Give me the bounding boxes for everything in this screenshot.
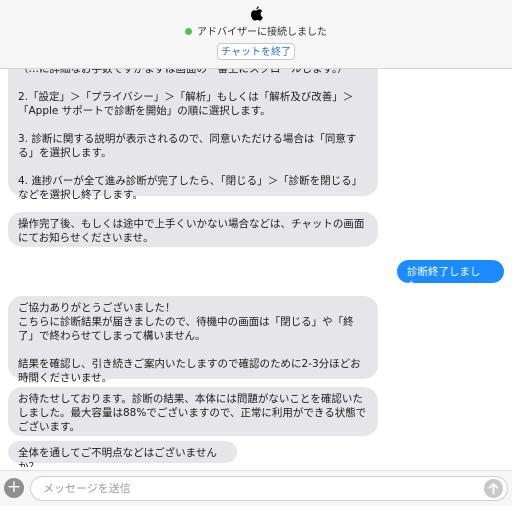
send-arrow-icon[interactable] (484, 479, 503, 498)
user-message: 診断終了しました。 (397, 260, 504, 292)
chat-header: アドバイザーに接続しました チャットを終了 (0, 0, 512, 69)
plus-icon[interactable]: + (4, 478, 24, 498)
connection-status-text: アドバイザーに接続しました (197, 27, 327, 38)
advisor-message: ご協力ありがとうございました！ こちらに診断結果が届きましたので、待機中の画面は… (8, 296, 378, 384)
advisor-message: 全体を通してご不明点などはございませんか？ (8, 441, 237, 467)
advisor-message: お待たせしております。診断の結果、本体には問題がないことを確認いたしました。最大… (8, 387, 378, 436)
apple-logo-icon (250, 6, 263, 21)
message-composer: + (0, 470, 512, 506)
advisor-message: （…に詳細なお手数ですがまずは画面の一番上にスクロールします。） 2.「設定」＞… (8, 69, 378, 201)
chat-transcript[interactable]: （…に詳細なお手数ですがまずは画面の一番上にスクロールします。） 2.「設定」＞… (0, 69, 512, 467)
connection-status: アドバイザーに接続しました (0, 26, 512, 40)
end-chat-button[interactable]: チャットを終了 (217, 43, 295, 60)
online-status-icon (185, 28, 192, 35)
message-input[interactable] (30, 476, 508, 501)
advisor-message: 操作完了後、もしくは途中で上手くいかない場合などは、チャットの画面にてお知らせく… (8, 212, 378, 247)
